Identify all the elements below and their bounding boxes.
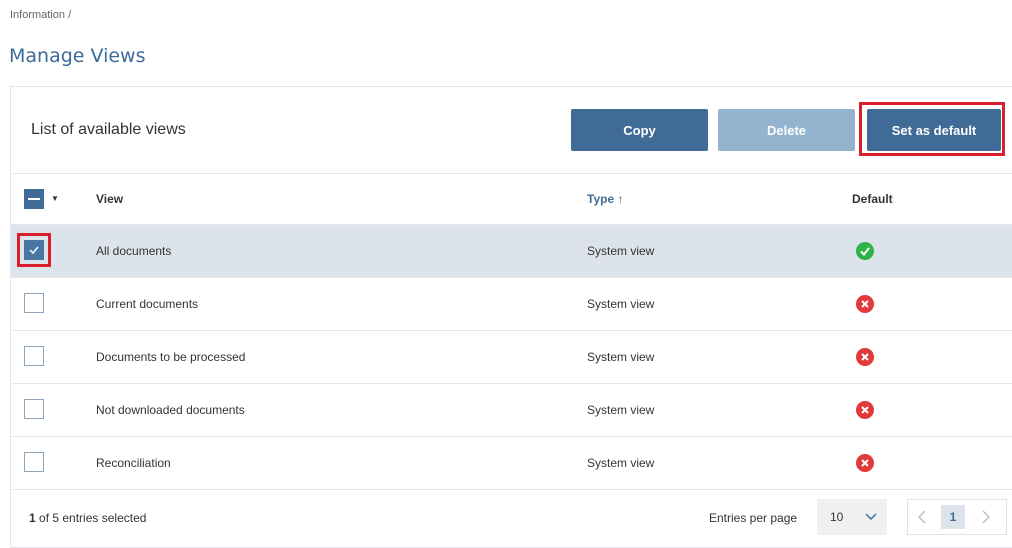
row-view-name: Documents to be processed <box>96 350 246 364</box>
row-view-name: All documents <box>96 244 172 258</box>
column-header-type[interactable]: Type ↑ <box>587 192 623 206</box>
page-button-current[interactable]: 1 <box>941 505 965 529</box>
views-panel: List of available views Copy Delete Set … <box>10 86 1012 548</box>
select-menu-caret-icon[interactable]: ▼ <box>51 191 65 207</box>
column-header-default[interactable]: Default <box>852 192 893 206</box>
table-footer: 1 of 5 entries selected Entries per page… <box>11 491 1012 541</box>
table-row[interactable]: Reconciliation System view <box>11 437 1012 490</box>
chevron-down-icon <box>865 513 877 521</box>
panel-header: List of available views Copy Delete Set … <box>11 87 1012 174</box>
x-circle-icon <box>856 348 874 366</box>
row-view-type: System view <box>587 456 655 470</box>
pagination: 1 <box>907 499 1007 535</box>
table-row[interactable]: Current documents System view <box>11 278 1012 331</box>
row-view-type: System view <box>587 244 655 258</box>
x-circle-icon <box>856 401 874 419</box>
row-checkbox-highlight <box>17 233 51 267</box>
row-checkbox[interactable] <box>24 346 44 366</box>
delete-button[interactable]: Delete <box>718 109 855 151</box>
row-view-type: System view <box>587 297 655 311</box>
chevron-right-icon[interactable] <box>980 509 992 525</box>
page-title: Manage Views <box>9 45 146 67</box>
entries-per-page-value: 10 <box>830 510 844 524</box>
x-circle-icon <box>856 454 874 472</box>
row-view-type: System view <box>587 350 655 364</box>
row-view-name: Not downloaded documents <box>96 403 245 417</box>
x-circle-icon <box>856 295 874 313</box>
row-view-name: Current documents <box>96 297 199 311</box>
chevron-left-icon[interactable] <box>916 509 928 525</box>
selected-count-number: 1 <box>29 511 36 525</box>
column-header-view[interactable]: View <box>96 192 123 206</box>
set-as-default-highlight <box>859 102 1005 156</box>
panel-title: List of available views <box>31 121 186 138</box>
check-circle-icon <box>856 242 874 260</box>
row-checkbox[interactable] <box>24 399 44 419</box>
selected-count-suffix: of 5 entries selected <box>35 511 147 525</box>
row-checkbox[interactable] <box>24 452 44 472</box>
copy-button[interactable]: Copy <box>571 109 708 151</box>
entries-per-page-label: Entries per page <box>709 511 798 525</box>
select-all-checkbox[interactable] <box>24 189 44 209</box>
table-row[interactable]: Not downloaded documents System view <box>11 384 1012 437</box>
row-checkbox[interactable] <box>24 293 44 313</box>
table-row[interactable]: All documents System view <box>11 225 1012 278</box>
row-view-name: Reconciliation <box>96 456 171 470</box>
table-header: ▼ View Type ↑ Default <box>11 174 1012 225</box>
breadcrumb[interactable]: Information / <box>10 9 71 21</box>
row-view-type: System view <box>587 403 655 417</box>
table-row[interactable]: Documents to be processed System view <box>11 331 1012 384</box>
entries-per-page-select[interactable]: 10 <box>817 499 887 535</box>
selected-count-text: 1 of 5 entries selected <box>29 511 146 525</box>
